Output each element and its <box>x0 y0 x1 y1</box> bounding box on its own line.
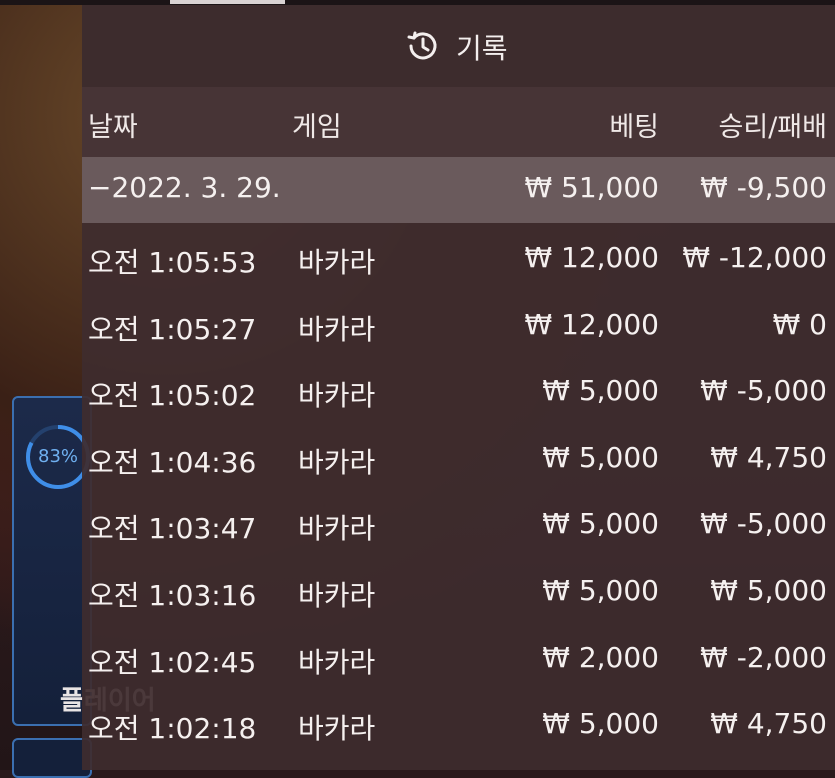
row-win-loss: ₩ -2,000 <box>700 640 827 674</box>
row-game: 바카라 <box>298 712 376 746</box>
row-win-loss: ₩ 4,750 <box>710 707 827 741</box>
history-icon <box>407 31 437 60</box>
row-time: 오전 1:05:27 <box>88 312 257 346</box>
row-time: 오전 1:05:02 <box>88 379 257 413</box>
table-row[interactable]: 오전 1:03:47 바카라 ₩ 5,000 ₩ -5,000 <box>82 489 835 556</box>
row-game: 바카라 <box>298 645 376 679</box>
row-time: 오전 1:03:16 <box>88 578 257 612</box>
column-game: 게임 <box>292 112 342 143</box>
progress-percent: 83% <box>38 446 79 467</box>
table-row[interactable]: 오전 1:02:45 바카라 ₩ 2,000 ₩ -2,000 <box>82 623 835 690</box>
table-row[interactable]: 오전 1:02:18 바카라 ₩ 5,000 ₩ 4,750 <box>82 689 835 756</box>
group-date: −2022. 3. 29. <box>88 171 281 204</box>
row-bet: ₩ 12,000 <box>524 307 659 341</box>
table-row[interactable]: 오전 1:03:16 바카라 ₩ 5,000 ₩ 5,000 <box>82 556 835 623</box>
row-game: 바카라 <box>298 512 376 546</box>
column-headers: 날짜 게임 베팅 승리/패배 <box>82 87 835 157</box>
row-bet: ₩ 5,000 <box>542 707 659 741</box>
history-rows: 오전 1:05:53 바카라 ₩ 12,000 ₩ -12,000 오전 1:0… <box>82 223 835 756</box>
history-header: 기록 <box>82 5 835 87</box>
table-row[interactable]: 오전 1:05:02 바카라 ₩ 5,000 ₩ -5,000 <box>82 356 835 423</box>
row-bet: ₩ 2,000 <box>542 640 659 674</box>
row-game: 바카라 <box>298 379 376 413</box>
row-game: 바카라 <box>298 445 376 479</box>
group-bet-total: ₩ 51,000 <box>524 171 659 204</box>
row-game: 바카라 <box>298 578 376 612</box>
row-win-loss: ₩ -5,000 <box>700 507 827 541</box>
panel-title: 기록 <box>456 32 508 65</box>
column-date: 날짜 <box>88 112 138 143</box>
group-win-loss-total: ₩ -9,500 <box>700 171 827 204</box>
row-game: 바카라 <box>298 246 376 279</box>
row-time: 오전 1:05:53 <box>88 246 257 279</box>
history-panel: 기록 날짜 게임 베팅 승리/패배 −2022. 3. 29. ₩ 51,000… <box>82 5 835 770</box>
row-time: 오전 1:02:18 <box>88 712 257 746</box>
row-bet: ₩ 5,000 <box>542 374 659 408</box>
date-group-row[interactable]: −2022. 3. 29. ₩ 51,000 ₩ -9,500 <box>82 157 835 223</box>
row-time: 오전 1:03:47 <box>88 512 257 546</box>
row-time: 오전 1:02:45 <box>88 645 257 679</box>
row-win-loss: ₩ -12,000 <box>682 241 827 274</box>
table-row[interactable]: 오전 1:05:53 바카라 ₩ 12,000 ₩ -12,000 <box>82 223 835 290</box>
row-win-loss: ₩ -5,000 <box>700 374 827 408</box>
row-bet: ₩ 5,000 <box>542 440 659 474</box>
row-win-loss: ₩ 0 <box>772 307 827 341</box>
column-bet: 베팅 <box>609 112 659 143</box>
column-win-loss: 승리/패배 <box>718 112 827 143</box>
row-bet: ₩ 5,000 <box>542 507 659 541</box>
row-time: 오전 1:04:36 <box>88 445 257 479</box>
row-win-loss: ₩ 5,000 <box>710 573 827 607</box>
row-bet: ₩ 5,000 <box>542 573 659 607</box>
side-panel-bottom[interactable] <box>12 738 92 778</box>
table-row[interactable]: 오전 1:05:27 바카라 ₩ 12,000 ₩ 0 <box>82 290 835 357</box>
table-row[interactable]: 오전 1:04:36 바카라 ₩ 5,000 ₩ 4,750 <box>82 423 835 490</box>
row-game: 바카라 <box>298 312 376 346</box>
row-bet: ₩ 12,000 <box>524 241 659 274</box>
top-tab-indicator[interactable] <box>170 0 285 4</box>
row-win-loss: ₩ 4,750 <box>710 440 827 474</box>
